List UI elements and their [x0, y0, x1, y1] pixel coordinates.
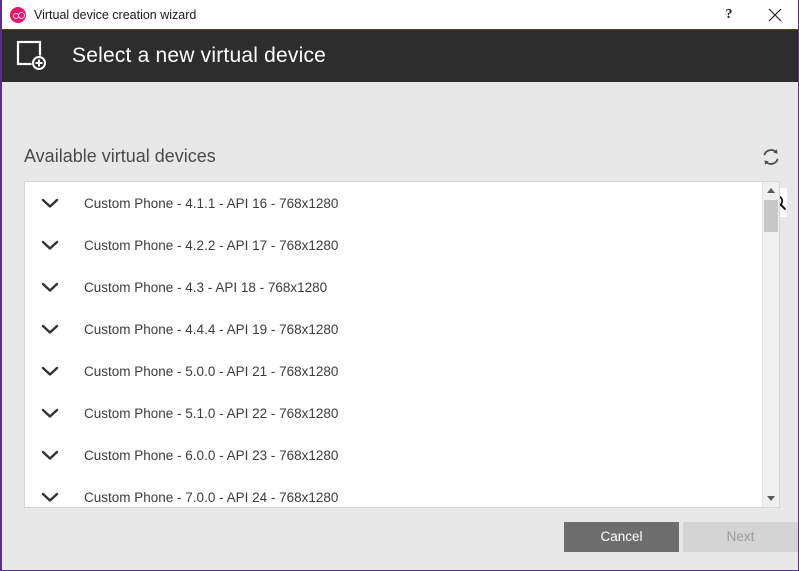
chevron-down-icon[interactable] — [37, 442, 63, 468]
device-list-item[interactable]: Custom Phone - 5.0.0 - API 21 - 768x1280 — [25, 350, 762, 392]
window-controls: ? — [706, 0, 798, 29]
close-button[interactable] — [752, 0, 798, 29]
chevron-down-icon[interactable] — [37, 274, 63, 300]
device-list-item[interactable]: Custom Phone - 4.2.2 - API 17 - 768x1280 — [25, 224, 762, 266]
device-list-item-label: Custom Phone - 4.3 - API 18 - 768x1280 — [84, 279, 328, 295]
chevron-down-icon[interactable] — [37, 190, 63, 216]
window-title: Virtual device creation wizard — [34, 7, 197, 22]
close-icon — [768, 8, 782, 21]
next-button: Next — [683, 522, 798, 552]
filter-bar: Android version: All Device model: All — [2, 82, 798, 217]
device-list-item-label: Custom Phone - 4.1.1 - API 16 - 768x1280 — [84, 195, 339, 211]
chevron-down-icon[interactable] — [37, 484, 63, 507]
scroll-down-button[interactable] — [763, 490, 779, 507]
device-list-item-label: Custom Phone - 4.4.4 - API 19 - 768x1280 — [84, 321, 339, 337]
device-list-item[interactable]: Custom Phone - 5.1.0 - API 22 - 768x1280 — [25, 392, 762, 434]
chevron-down-icon[interactable] — [37, 316, 63, 342]
wizard-header: Select a new virtual device — [2, 30, 798, 82]
device-list-item-label: Custom Phone - 4.2.2 - API 17 - 768x1280 — [84, 237, 339, 253]
chevron-up-icon — [767, 188, 775, 193]
device-list-item[interactable]: Custom Phone - 4.4.4 - API 19 - 768x1280 — [25, 308, 762, 350]
help-button[interactable]: ? — [706, 0, 752, 29]
device-list-item[interactable]: Custom Phone - 7.0.0 - API 24 - 768x1280 — [25, 476, 762, 507]
available-devices-list: Custom Phone - 4.1.1 - API 16 - 768x1280… — [24, 181, 780, 508]
device-rows: Custom Phone - 4.1.1 - API 16 - 768x1280… — [25, 182, 762, 507]
page-title: Select a new virtual device — [72, 44, 327, 67]
new-device-icon — [16, 39, 50, 73]
device-list-item-label: Custom Phone - 6.0.0 - API 23 - 768x1280 — [84, 447, 339, 463]
cancel-button[interactable]: Cancel — [564, 522, 679, 552]
scrollbar-thumb[interactable] — [764, 200, 778, 232]
footer-actions: Cancel Next — [2, 510, 798, 570]
chevron-down-icon[interactable] — [37, 232, 63, 258]
chevron-down-icon — [767, 496, 775, 501]
chevron-down-icon[interactable] — [37, 358, 63, 384]
device-list-item-label: Custom Phone - 5.1.0 - API 22 - 768x1280 — [84, 405, 339, 421]
device-list-item-label: Custom Phone - 5.0.0 - API 21 - 768x1280 — [84, 363, 339, 379]
device-list-item-label: Custom Phone - 7.0.0 - API 24 - 768x1280 — [84, 489, 339, 505]
device-list-item[interactable]: Custom Phone - 4.1.1 - API 16 - 768x1280 — [25, 182, 762, 224]
device-list-item[interactable]: Custom Phone - 6.0.0 - API 23 - 768x1280 — [25, 434, 762, 476]
list-scrollbar[interactable] — [762, 182, 779, 507]
chevron-down-icon[interactable] — [37, 400, 63, 426]
refresh-icon[interactable] — [760, 146, 782, 168]
title-bar: Virtual device creation wizard ? — [2, 0, 798, 30]
scroll-up-button[interactable] — [763, 182, 779, 199]
available-devices-title: Available virtual devices — [24, 146, 216, 166]
wizard-window: Virtual device creation wizard ? Select … — [0, 0, 799, 571]
section-header: Available virtual devices — [2, 146, 798, 178]
genymotion-icon — [10, 6, 26, 23]
device-list-item[interactable]: Custom Phone - 4.3 - API 18 - 768x1280 — [25, 266, 762, 308]
